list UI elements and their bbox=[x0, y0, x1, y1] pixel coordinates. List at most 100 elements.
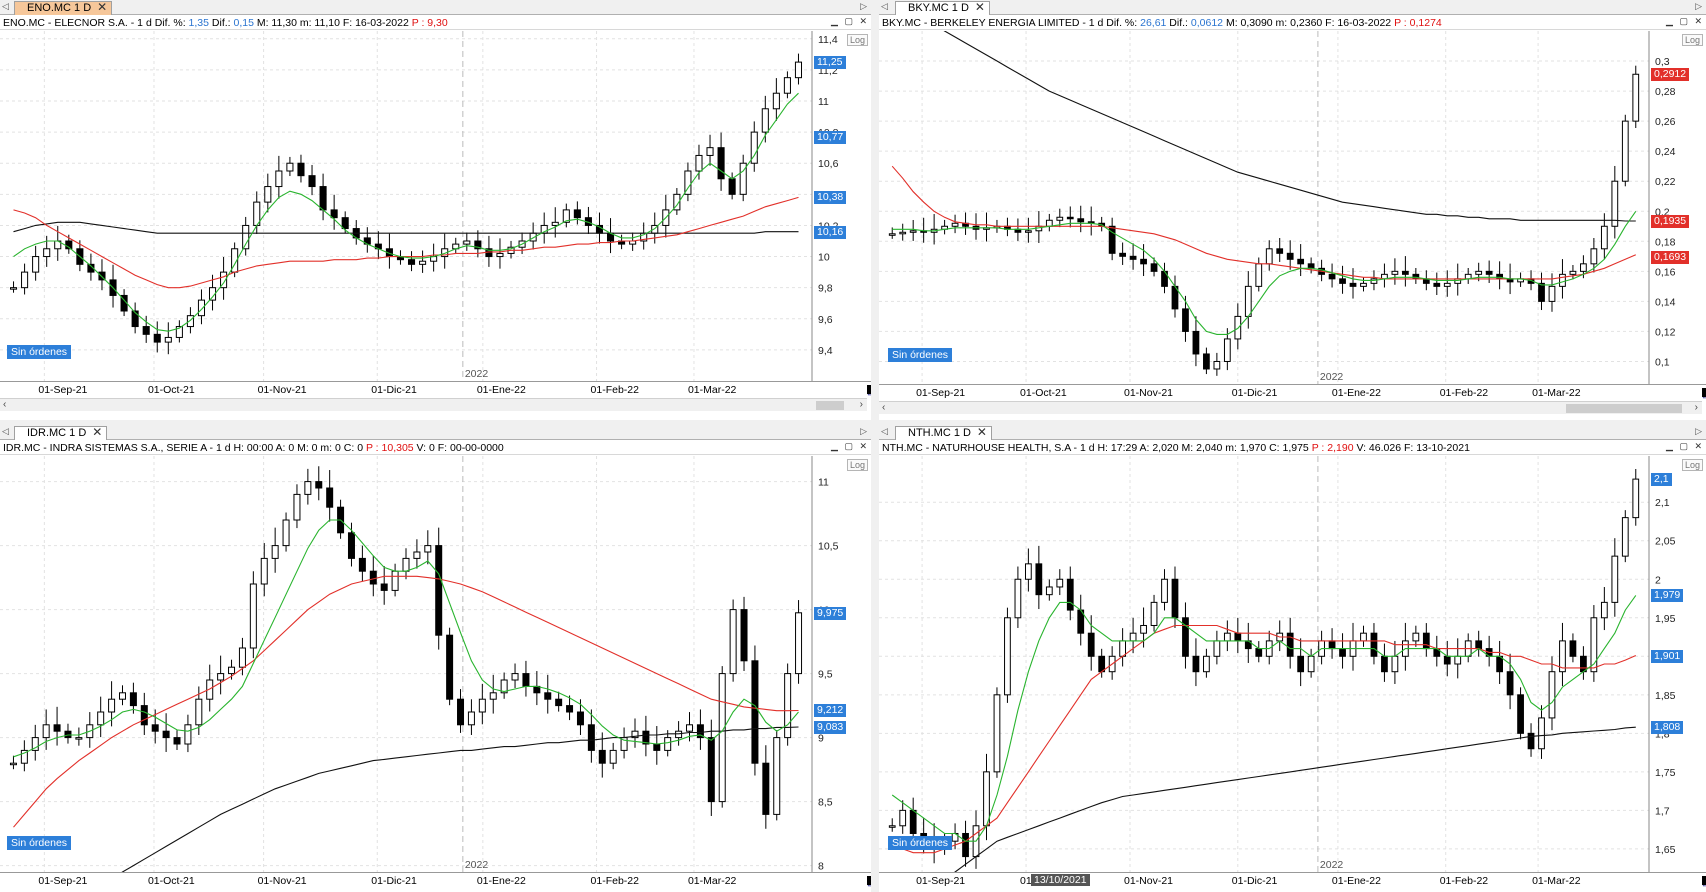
year-label: 2022 bbox=[464, 368, 489, 380]
x-tick-label: 01-Feb-22 bbox=[1439, 387, 1489, 399]
price-tag: 1,901 bbox=[1651, 649, 1684, 663]
candle-down bbox=[162, 730, 170, 739]
x-tick-label: 01-Dic-21 bbox=[1231, 387, 1278, 399]
scroll-right-icon[interactable]: › bbox=[860, 399, 863, 410]
moving-average-fast-line bbox=[892, 210, 1637, 335]
chart-tab-label: ENO.MC 1 D bbox=[27, 2, 92, 14]
chart-tab[interactable]: IDR.MC 1 D ✕ bbox=[14, 426, 108, 440]
pane-splitter-vertical[interactable] bbox=[871, 0, 879, 892]
x-tick-label: 01-Dic-21 bbox=[371, 384, 417, 396]
candle-down bbox=[1234, 632, 1242, 642]
tab-scroll-right-icon[interactable]: ▷ bbox=[1695, 1, 1702, 12]
candle-up bbox=[909, 230, 917, 233]
tab-scroll-right-icon[interactable]: ▷ bbox=[1695, 426, 1702, 437]
candle-up bbox=[478, 698, 486, 713]
x-tick-label: 01-Sep-21 bbox=[38, 875, 88, 887]
candle-up bbox=[164, 336, 172, 343]
tab-scroll-left-icon[interactable]: ◁ bbox=[2, 1, 9, 12]
candle-down bbox=[1433, 282, 1441, 287]
x-tick-label: 01-Sep-21 bbox=[916, 387, 966, 399]
x-tick-label: 01-Dic-21 bbox=[1231, 875, 1278, 887]
y-tick-label: 0,12 bbox=[1655, 326, 1676, 338]
close-tab-icon[interactable]: ✕ bbox=[975, 1, 985, 14]
y-tick-label: 9,5 bbox=[818, 669, 833, 681]
candle-down bbox=[1527, 732, 1535, 750]
candle-up bbox=[391, 570, 399, 591]
horizontal-scrollbar[interactable]: ‹ › bbox=[879, 401, 1702, 414]
symbol-info-bar: ENO.MC - ELECNOR S.A. - 1 d Dif. %: 1,35… bbox=[0, 16, 871, 30]
info-segment: NTH.MC - NATURHOUSE HEALTH, S.A - 1 d H:… bbox=[882, 442, 1312, 454]
scroll-left-icon[interactable]: ‹ bbox=[3, 399, 6, 410]
moving-average-slow-line bbox=[892, 624, 1637, 854]
window-controls[interactable]: ▁ ▢ ✕ bbox=[1666, 441, 1704, 452]
candle-up bbox=[686, 724, 694, 732]
candle-down bbox=[1119, 252, 1127, 257]
chart-tab[interactable]: NTH.MC 1 D ✕ bbox=[895, 426, 992, 440]
x-tick-label: 01-Ene-22 bbox=[476, 875, 526, 887]
color-swatch-icon[interactable] bbox=[867, 876, 871, 885]
log-scale-toggle[interactable]: Log bbox=[847, 34, 869, 46]
tab-scroll-left-icon[interactable]: ◁ bbox=[881, 1, 888, 12]
log-scale-toggle[interactable]: Log bbox=[847, 459, 869, 471]
candle-down bbox=[1485, 270, 1493, 275]
x-tick-label: 01-Feb-22 bbox=[590, 875, 639, 887]
close-tab-icon[interactable]: ✕ bbox=[97, 1, 107, 14]
moving-average-slow-line bbox=[891, 165, 1637, 280]
candle-down bbox=[1538, 282, 1545, 302]
candle-down bbox=[142, 326, 150, 335]
chart-tab[interactable]: ENO.MC 1 D ✕ bbox=[14, 1, 113, 15]
candle-up bbox=[664, 737, 672, 751]
candle-up bbox=[1548, 671, 1556, 719]
color-swatch-icon[interactable] bbox=[867, 385, 871, 394]
x-tick-label: 01-Sep-21 bbox=[916, 875, 966, 887]
color-swatch-icon[interactable] bbox=[1702, 876, 1706, 885]
candle-down bbox=[1203, 353, 1210, 370]
horizontal-scrollbar[interactable]: ‹ › bbox=[0, 398, 867, 411]
y-tick-label: 0,16 bbox=[1655, 266, 1676, 278]
window-controls[interactable]: ▁ ▢ ✕ bbox=[1666, 16, 1704, 27]
no-orders-badge: Sin órdenes bbox=[7, 345, 72, 359]
x-tick-label: 01-Ene-22 bbox=[476, 384, 526, 396]
candle-up bbox=[1213, 640, 1221, 657]
x-tick-label: 01-Mar-22 bbox=[687, 384, 737, 396]
candle-down bbox=[728, 178, 736, 195]
candle-up bbox=[609, 749, 617, 764]
log-scale-toggle[interactable]: Log bbox=[1682, 34, 1704, 46]
window-controls[interactable]: ▁ ▢ ✕ bbox=[831, 16, 869, 27]
close-tab-icon[interactable]: ✕ bbox=[92, 426, 102, 439]
candle-down bbox=[1035, 563, 1043, 596]
chart-tab[interactable]: BKY.MC 1 D ✕ bbox=[895, 1, 990, 15]
chart-tab-label: IDR.MC 1 D bbox=[27, 427, 87, 439]
scroll-right-icon[interactable]: › bbox=[1695, 402, 1698, 413]
close-tab-icon[interactable]: ✕ bbox=[977, 426, 987, 439]
y-tick-label: 1,95 bbox=[1655, 613, 1676, 625]
x-tick-label: 01-Feb-22 bbox=[590, 384, 639, 396]
window-controls[interactable]: ▁ ▢ ✕ bbox=[831, 441, 869, 452]
candle-up bbox=[1370, 278, 1378, 284]
candle-down bbox=[1066, 578, 1074, 611]
y-tick-label: 0,28 bbox=[1655, 86, 1676, 98]
candle-up bbox=[186, 315, 194, 328]
candle-up bbox=[511, 673, 519, 681]
candle-up bbox=[1569, 270, 1577, 275]
color-swatch-icon[interactable] bbox=[1702, 388, 1706, 397]
tab-scroll-right-icon[interactable]: ▷ bbox=[860, 426, 867, 437]
tab-scroll-right-icon[interactable]: ▷ bbox=[860, 1, 867, 12]
candle-down bbox=[566, 705, 574, 713]
candle-down bbox=[751, 660, 759, 764]
candle-up bbox=[1454, 278, 1462, 284]
candle-down bbox=[1192, 330, 1200, 355]
tab-scroll-left-icon[interactable]: ◁ bbox=[2, 426, 9, 437]
y-tick-label: 10 bbox=[818, 252, 830, 264]
log-scale-toggle[interactable]: Log bbox=[1682, 459, 1704, 471]
info-segment: 1,35 bbox=[188, 17, 209, 29]
scroll-left-icon[interactable]: ‹ bbox=[882, 402, 885, 413]
price-tag: 1,808 bbox=[1651, 721, 1684, 735]
scrollbar-thumb[interactable] bbox=[1566, 404, 1682, 413]
candle-down bbox=[1129, 255, 1137, 260]
candle-down bbox=[1171, 578, 1179, 619]
scrollbar-thumb[interactable] bbox=[816, 401, 844, 410]
tab-scroll-left-icon[interactable]: ◁ bbox=[881, 426, 888, 437]
candle-down bbox=[1087, 632, 1095, 657]
tab-bar: ◁ NTH.MC 1 D ✕ ▷ bbox=[879, 425, 1706, 440]
